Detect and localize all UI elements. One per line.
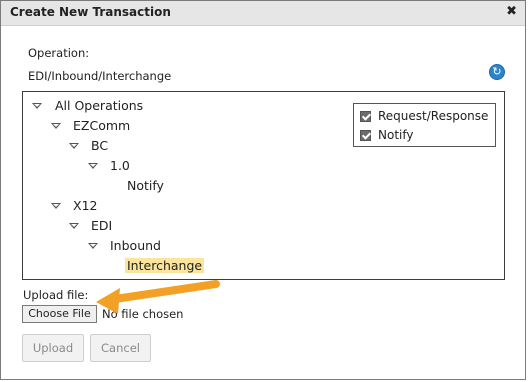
tree-node-ezcomm[interactable]: EZComm <box>73 118 130 133</box>
filter-label: Request/Response <box>378 109 489 123</box>
operation-path: EDI/Inbound/Interchange <box>28 69 172 83</box>
cancel-button[interactable]: Cancel <box>90 334 151 362</box>
filter-label: Notify <box>378 128 414 142</box>
refresh-icon[interactable]: ↻ <box>489 64 505 80</box>
upload-button[interactable]: Upload <box>22 334 84 362</box>
tree-node-notify[interactable]: Notify <box>127 178 164 193</box>
dialog-titlebar: Create New Transaction ✖ <box>1 1 525 26</box>
operation-label: Operation: <box>28 46 90 60</box>
tree-node-bc[interactable]: BC <box>91 138 108 153</box>
operations-tree: All Operations EZComm BC 1.0 Notify X12 … <box>22 91 505 280</box>
tree-node-x12[interactable]: X12 <box>73 198 97 213</box>
tree-node-inbound[interactable]: Inbound <box>110 238 161 253</box>
expand-toggle-icon[interactable] <box>69 223 79 229</box>
close-icon[interactable]: ✖ <box>506 4 517 19</box>
tree-node-interchange[interactable]: Interchange <box>125 258 205 273</box>
no-file-status: No file chosen <box>102 307 184 321</box>
checkbox-checked-icon[interactable] <box>360 111 371 122</box>
expand-toggle-icon[interactable] <box>51 203 61 209</box>
dialog-title: Create New Transaction <box>10 5 171 19</box>
expand-toggle-icon[interactable] <box>51 123 61 129</box>
filter-checkbox-panel: Request/Response Notify <box>353 103 496 147</box>
tree-node-edi[interactable]: EDI <box>91 218 112 233</box>
tree-node-all-operations[interactable]: All Operations <box>55 98 143 113</box>
create-transaction-dialog: Create New Transaction ✖ Operation: EDI/… <box>0 0 526 380</box>
expand-toggle-icon[interactable] <box>32 103 42 109</box>
expand-toggle-icon[interactable] <box>88 163 98 169</box>
expand-toggle-icon[interactable] <box>88 243 98 249</box>
choose-file-button[interactable]: Choose File <box>22 305 97 323</box>
checkbox-checked-icon[interactable] <box>360 130 371 141</box>
upload-file-label: Upload file: <box>23 288 89 302</box>
tree-node-1-0[interactable]: 1.0 <box>110 158 130 173</box>
expand-toggle-icon[interactable] <box>69 143 79 149</box>
